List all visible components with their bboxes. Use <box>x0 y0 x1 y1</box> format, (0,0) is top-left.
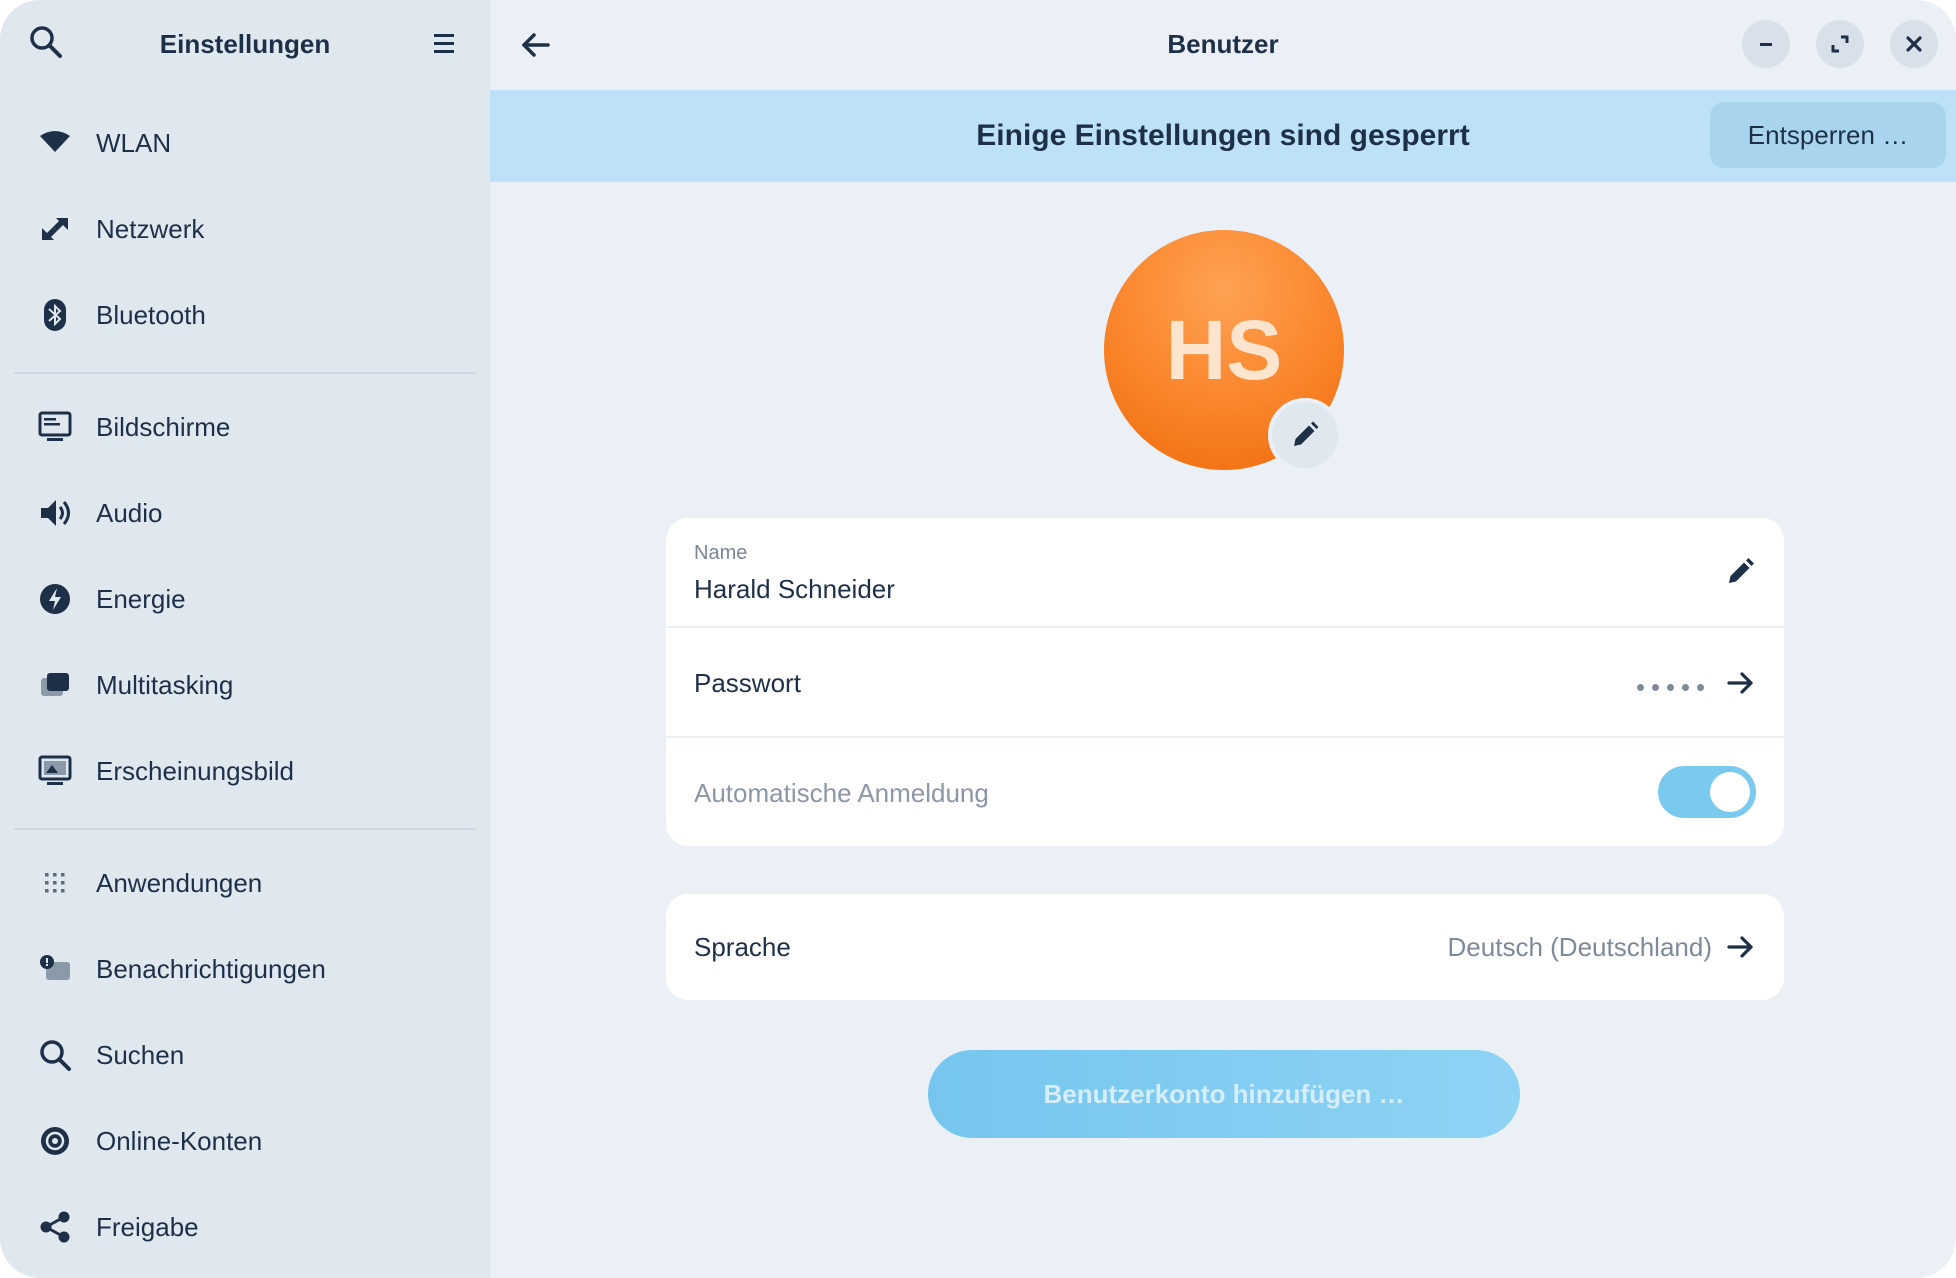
pencil-icon <box>1294 421 1319 446</box>
sidebar-item-erscheinungsbild[interactable]: Erscheinungsbild <box>14 734 476 808</box>
sidebar-item-label: Bluetooth <box>96 300 206 330</box>
autologin-row: Automatische Anmeldung <box>666 738 1784 846</box>
sidebar-item-label: Online-Konten <box>96 1126 263 1156</box>
sidebar-item-label: Bildschirme <box>96 412 231 442</box>
sidebar-item-energie[interactable]: Energie <box>14 562 476 636</box>
sidebar-header: Einstellungen <box>0 0 490 88</box>
share-icon <box>40 1211 70 1243</box>
edit-avatar-button[interactable] <box>1268 398 1342 472</box>
appearance-icon <box>38 755 72 785</box>
language-value: Deutsch (Deutschland) <box>1447 932 1712 962</box>
sidebar-item-online-konten[interactable]: Online-Konten <box>14 1104 476 1178</box>
sidebar-item-wlan[interactable]: WLAN <box>14 106 476 180</box>
hamburger-menu-icon <box>434 34 454 53</box>
display-icon <box>38 411 72 441</box>
maximize-button[interactable] <box>1816 20 1864 68</box>
sidebar-item-label: Audio <box>96 498 163 528</box>
sidebar-separator <box>14 372 476 374</box>
toggle-knob <box>1710 772 1750 812</box>
add-user-button[interactable]: Benutzerkonto hinzufügen … <box>928 1050 1520 1138</box>
unlock-button[interactable]: Entsperren … <box>1710 102 1946 168</box>
sidebar-item-label: Energie <box>96 584 186 614</box>
header-bar: Benutzer <box>490 0 1956 90</box>
sidebar-item-audio[interactable]: Audio <box>14 476 476 550</box>
language-card: Sprache Deutsch (Deutschland) <box>666 894 1784 1000</box>
sidebar-item-bildschirme[interactable]: Bildschirme <box>14 390 476 464</box>
sidebar-item-multitasking[interactable]: Multitasking <box>14 648 476 722</box>
password-dots <box>1629 678 1704 691</box>
autologin-toggle[interactable] <box>1658 766 1756 818</box>
main-menu-button[interactable] <box>428 26 460 60</box>
maximize-icon <box>1831 35 1849 53</box>
notifications-icon <box>40 955 70 980</box>
wifi-icon <box>40 131 70 152</box>
language-label: Sprache <box>694 932 791 962</box>
minimize-button[interactable] <box>1742 20 1790 68</box>
power-icon <box>40 584 70 614</box>
sidebar-item-suchen[interactable]: Suchen <box>14 1018 476 1092</box>
sidebar-separator <box>14 828 476 830</box>
sidebar-title: Einstellungen <box>159 29 331 59</box>
sidebar-item-netzwerk[interactable]: Netzwerk <box>14 192 476 266</box>
name-value: Harald Schneider <box>694 574 895 604</box>
sidebar-item-label: Freigabe <box>96 1212 199 1242</box>
page-title: Benutzer <box>1167 29 1279 59</box>
name-row: Name Harald Schneider <box>666 518 1784 626</box>
multitasking-icon <box>41 673 69 696</box>
settings-window: Einstellungen WLAN Netzwerk Bluetooth Bi… <box>0 0 1956 1278</box>
arrow-right-icon <box>1727 936 1753 958</box>
at-sign-icon <box>41 1127 69 1155</box>
password-label: Passwort <box>694 668 801 698</box>
language-row[interactable]: Sprache Deutsch (Deutschland) <box>666 894 1784 1000</box>
search-icon <box>40 1040 71 1071</box>
sidebar-item-label: Erscheinungsbild <box>96 756 295 786</box>
sidebar-item-label: WLAN <box>96 128 172 158</box>
arrow-right-icon <box>1727 672 1753 694</box>
sidebar: Einstellungen WLAN Netzwerk Bluetooth Bi… <box>0 0 490 1278</box>
sidebar-item-label: Anwendungen <box>96 868 263 898</box>
name-caption: Name <box>694 542 748 564</box>
sidebar-item-benachrichtigungen[interactable]: Benachrichtigungen <box>14 932 476 1006</box>
sidebar-item-anwendungen[interactable]: Anwendungen <box>14 846 476 920</box>
pencil-icon[interactable] <box>1726 556 1756 586</box>
sidebar-item-bluetooth[interactable]: Bluetooth <box>14 278 476 352</box>
speaker-icon <box>41 500 70 526</box>
autologin-label: Automatische Anmeldung <box>694 778 989 808</box>
close-button[interactable] <box>1890 20 1938 68</box>
minimize-icon <box>1760 43 1772 46</box>
network-icon <box>42 218 68 240</box>
locked-banner: Einige Einstellungen sind gesperrt Entsp… <box>490 90 1956 182</box>
bluetooth-icon <box>44 299 66 331</box>
apps-grid-icon <box>45 873 65 893</box>
sidebar-item-label: Multitasking <box>96 670 234 700</box>
sidebar-item-label: Suchen <box>96 1040 185 1070</box>
password-row[interactable]: Passwort <box>666 628 1784 736</box>
sidebar-item-label: Netzwerk <box>96 214 205 244</box>
account-card: Name Harald Schneider Passwort Automatis… <box>666 518 1784 846</box>
sidebar-item-label: Benachrichtigungen <box>96 954 326 984</box>
close-icon <box>1906 36 1922 52</box>
sidebar-item-freigabe[interactable]: Freigabe <box>14 1190 476 1264</box>
